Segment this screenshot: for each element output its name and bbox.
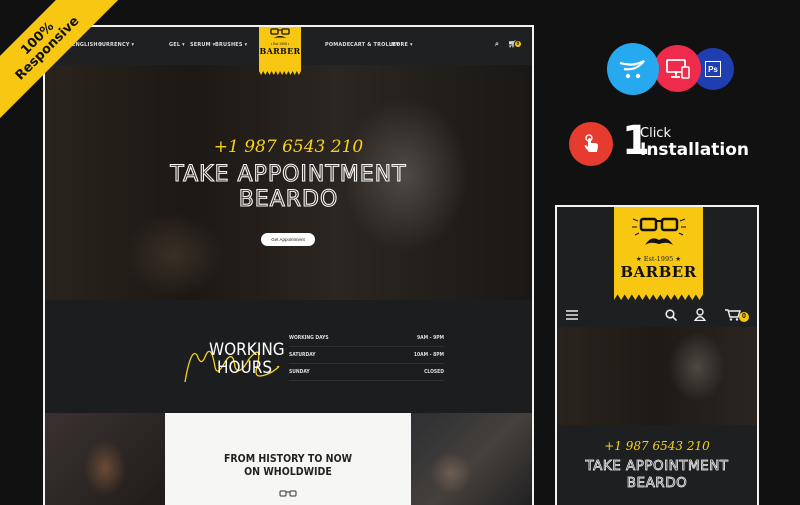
nav-item-brushes[interactable]: BRUSHES ▾ [215, 42, 247, 48]
mobile-hero-title: TAKE APPOINTMENT BEARDO [585, 458, 729, 492]
search-icon[interactable]: ⌕ [495, 40, 499, 49]
hero-title: TAKE APPOINTMENT BEARDO [170, 161, 407, 212]
opencart-icon [607, 43, 659, 95]
gallery-image-right [411, 413, 532, 505]
hours-table: WORKING DAYS 9AM - 9PM SATURDAY 10AM - 8PM… [289, 330, 444, 381]
mobile-logo-est: ★ Est-1995 ★ [635, 255, 682, 263]
search-icon[interactable] [665, 309, 677, 321]
hero-phone: +1 987 6543 210 [213, 137, 364, 157]
cart-count-badge: 0 [515, 41, 521, 47]
mobile-toolbar: 0 [557, 299, 757, 327]
nav-item-more[interactable]: MORE ▾ [391, 42, 413, 48]
nav-item-serum[interactable]: SERUM ▾ [190, 42, 215, 48]
history-panel: FROM HISTORY TO NOW ON WHOLDWIDE [165, 413, 411, 505]
mobile-logo-brand: BARBER [620, 263, 697, 281]
mobile-preview: ★ Est-1995 ★ BARBER 0 +1 987 6543 210 TA… [555, 205, 759, 505]
mobile-logo[interactable]: ★ Est-1995 ★ BARBER [614, 207, 703, 300]
cart-count-badge: 0 [739, 312, 749, 322]
user-icon[interactable] [694, 308, 706, 321]
responsive-devices-icon [654, 45, 701, 92]
hamburger-menu-icon[interactable] [566, 310, 578, 320]
hours-row: SUNDAY CLOSED [289, 364, 444, 381]
click-icon [569, 122, 613, 166]
desktop-preview: ⚲ ENGLISH ▾ CURRENCY ▾ GEL ▾ SERUM ▾ BRU… [43, 25, 534, 505]
cart-glyph [619, 60, 645, 79]
logo-brand: BARBER [259, 46, 301, 56]
gallery-image-left [45, 413, 165, 505]
hours-row: WORKING DAYS 9AM - 9PM [289, 330, 444, 347]
hero-banner: +1 987 6543 210 TAKE APPOINTMENT BEARDO … [45, 65, 532, 300]
install-click-label: Click [640, 126, 671, 141]
devices-glyph [665, 58, 690, 79]
currency-dropdown[interactable]: CURRENCY ▾ [98, 42, 134, 48]
glasses-icon [279, 490, 297, 497]
working-hours-section: WORKING HOURS WORKING DAYS 9AM - 9PM SATU… [45, 300, 532, 413]
site-logo[interactable]: • Est.1995 • BARBER [259, 27, 301, 75]
nav-item-pomade[interactable]: POMADE [325, 42, 350, 48]
hours-row: SATURDAY 10AM - 8PM [289, 347, 444, 364]
get-appointment-button[interactable]: Get Appointment [261, 233, 315, 246]
mobile-hero-image [557, 327, 757, 425]
gallery-section: FROM HISTORY TO NOW ON WHOLDWIDE [45, 413, 532, 505]
history-heading: FROM HISTORY TO NOW ON WHOLDWIDE [223, 453, 353, 478]
mobile-hero-phone: +1 987 6543 210 [604, 439, 710, 453]
hand-pointer-glyph [584, 134, 598, 152]
working-hours-title: WORKING HOURS [177, 337, 287, 387]
glasses-mustache-icon [631, 217, 686, 245]
install-label: Installation [640, 140, 750, 160]
glasses-mustache-icon [270, 28, 290, 38]
nav-item-gel[interactable]: GEL ▾ [169, 42, 185, 48]
